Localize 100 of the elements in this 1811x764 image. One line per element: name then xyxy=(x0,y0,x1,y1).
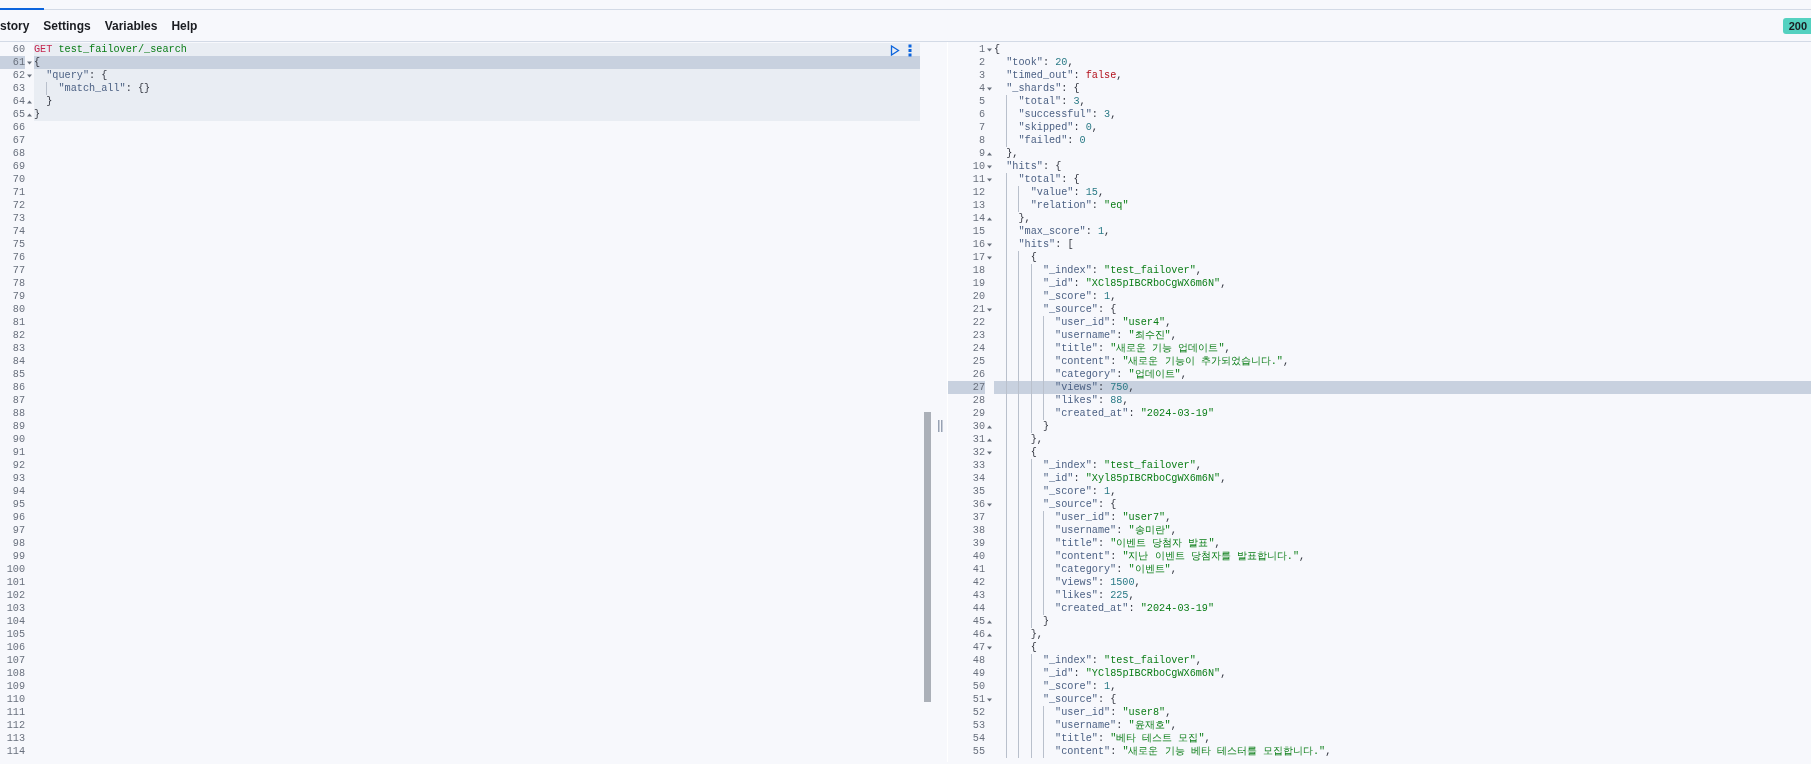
code-line: "title": "베타 테스트 모집", xyxy=(1055,732,1211,745)
line-number: 18 xyxy=(971,264,985,277)
fold-expand-icon[interactable] xyxy=(987,632,992,637)
line-number: 28 xyxy=(971,394,985,407)
fold-collapse-icon[interactable] xyxy=(27,73,32,78)
fold-collapse-icon[interactable] xyxy=(987,697,992,702)
line-number: 112 xyxy=(5,719,25,732)
code-line: "created_at": "2024-03-19" xyxy=(1055,602,1215,615)
line-number: 16 xyxy=(971,238,985,251)
line-number: 23 xyxy=(971,329,985,342)
code-line: { xyxy=(1030,641,1037,654)
selected-tab-underline xyxy=(0,8,44,10)
line-number: 55 xyxy=(971,745,985,758)
line-number: 25 xyxy=(971,355,985,368)
line-number: 64 xyxy=(11,95,25,108)
line-number: 68 xyxy=(11,147,25,160)
line-number: 13 xyxy=(971,199,985,212)
menu-link[interactable]: story xyxy=(0,16,30,35)
fold-expand-icon[interactable] xyxy=(27,99,32,104)
line-number: 41 xyxy=(971,563,985,576)
code-line: "total": 3, xyxy=(1018,95,1086,108)
fold-collapse-icon[interactable] xyxy=(987,450,992,455)
fold-expand-icon[interactable] xyxy=(987,424,992,429)
code-line: "total": { xyxy=(1018,173,1080,186)
fold-expand-icon[interactable] xyxy=(987,151,992,156)
fold-collapse-icon[interactable] xyxy=(987,255,992,260)
line-number: 106 xyxy=(5,641,25,654)
line-number: 46 xyxy=(971,628,985,641)
code-line: "timed_out": false, xyxy=(1006,69,1123,82)
line-number: 3 xyxy=(977,69,985,82)
line-number: 100 xyxy=(5,563,25,576)
code-line: { xyxy=(1030,251,1037,264)
code-line: "query": { xyxy=(46,69,108,82)
fold-collapse-icon[interactable] xyxy=(987,242,992,247)
menu-link[interactable]: Variables xyxy=(104,16,158,35)
menu-link[interactable]: Help xyxy=(171,16,198,35)
line-number: 98 xyxy=(11,537,25,550)
line-number: 78 xyxy=(11,277,25,290)
fold-collapse-icon[interactable] xyxy=(987,502,992,507)
fold-collapse-icon[interactable] xyxy=(987,645,992,650)
code-line: "views": 1500, xyxy=(1055,576,1141,589)
fold-expand-icon[interactable] xyxy=(27,112,32,117)
line-number: 6 xyxy=(977,108,985,121)
code-line: "hits": { xyxy=(1006,160,1062,173)
code-line: { xyxy=(994,43,1001,56)
line-number: 104 xyxy=(5,615,25,628)
request-line: GET test_failover/_search xyxy=(34,43,187,56)
line-number: 24 xyxy=(971,342,985,355)
line-number: 109 xyxy=(5,680,25,693)
line-number: 105 xyxy=(5,628,25,641)
code-line: "_source": { xyxy=(1042,693,1117,706)
line-number: 7 xyxy=(977,121,985,134)
line-number: 86 xyxy=(11,381,25,394)
line-number: 40 xyxy=(971,550,985,563)
fold-collapse-icon[interactable] xyxy=(987,47,992,52)
fold-expand-icon[interactable] xyxy=(987,619,992,624)
line-number: 79 xyxy=(11,290,25,303)
line-number: 61 xyxy=(0,56,25,69)
line-number: 113 xyxy=(5,732,25,745)
code-line: "hits": [ xyxy=(1018,238,1074,251)
line-number: 88 xyxy=(11,407,25,420)
line-number: 9 xyxy=(977,147,985,160)
code-line: }, xyxy=(1030,628,1043,641)
run-icon[interactable] xyxy=(890,45,900,56)
code-line: "created_at": "2024-03-19" xyxy=(1055,407,1215,420)
fold-expand-icon[interactable] xyxy=(987,216,992,221)
line-number: 48 xyxy=(971,654,985,667)
code-line: "_id": "Xyl85pIBCRboCgWX6m6N", xyxy=(1042,472,1227,485)
line-number: 45 xyxy=(971,615,985,628)
line-number: 62 xyxy=(11,69,25,82)
code-line: }, xyxy=(1006,147,1019,160)
more-options-icon[interactable] xyxy=(908,44,912,57)
fold-collapse-icon[interactable] xyxy=(987,177,992,182)
fold-collapse-icon[interactable] xyxy=(987,86,992,91)
fold-collapse-icon[interactable] xyxy=(987,307,992,312)
code-line: "max_score": 1, xyxy=(1018,225,1111,238)
fold-collapse-icon[interactable] xyxy=(987,164,992,169)
code-line: { xyxy=(1030,446,1037,459)
line-number: 94 xyxy=(11,485,25,498)
fold-collapse-icon[interactable] xyxy=(27,60,32,65)
resize-handle-icon[interactable] xyxy=(938,420,943,432)
line-number: 70 xyxy=(11,173,25,186)
line-number: 108 xyxy=(5,667,25,680)
fold-expand-icon[interactable] xyxy=(987,437,992,442)
line-number: 22 xyxy=(971,316,985,329)
scrollbar-thumb[interactable] xyxy=(924,412,931,702)
code-line: } xyxy=(34,108,41,121)
line-number: 97 xyxy=(11,524,25,537)
menu-link[interactable]: Settings xyxy=(43,16,91,35)
code-line: } xyxy=(1042,420,1049,433)
line-number: 11 xyxy=(971,173,985,186)
line-number: 114 xyxy=(5,745,25,758)
line-number: 96 xyxy=(11,511,25,524)
code-line: "failed": 0 xyxy=(1018,134,1086,147)
line-number: 49 xyxy=(971,667,985,680)
code-line: "views": 750, xyxy=(1055,381,1135,394)
code-line: "_index": "test_failover", xyxy=(1042,654,1202,667)
code-line: } xyxy=(46,95,53,108)
code-line: "content": "새로운 기능이 추가되었습니다.", xyxy=(1055,355,1290,368)
line-number: 81 xyxy=(11,316,25,329)
